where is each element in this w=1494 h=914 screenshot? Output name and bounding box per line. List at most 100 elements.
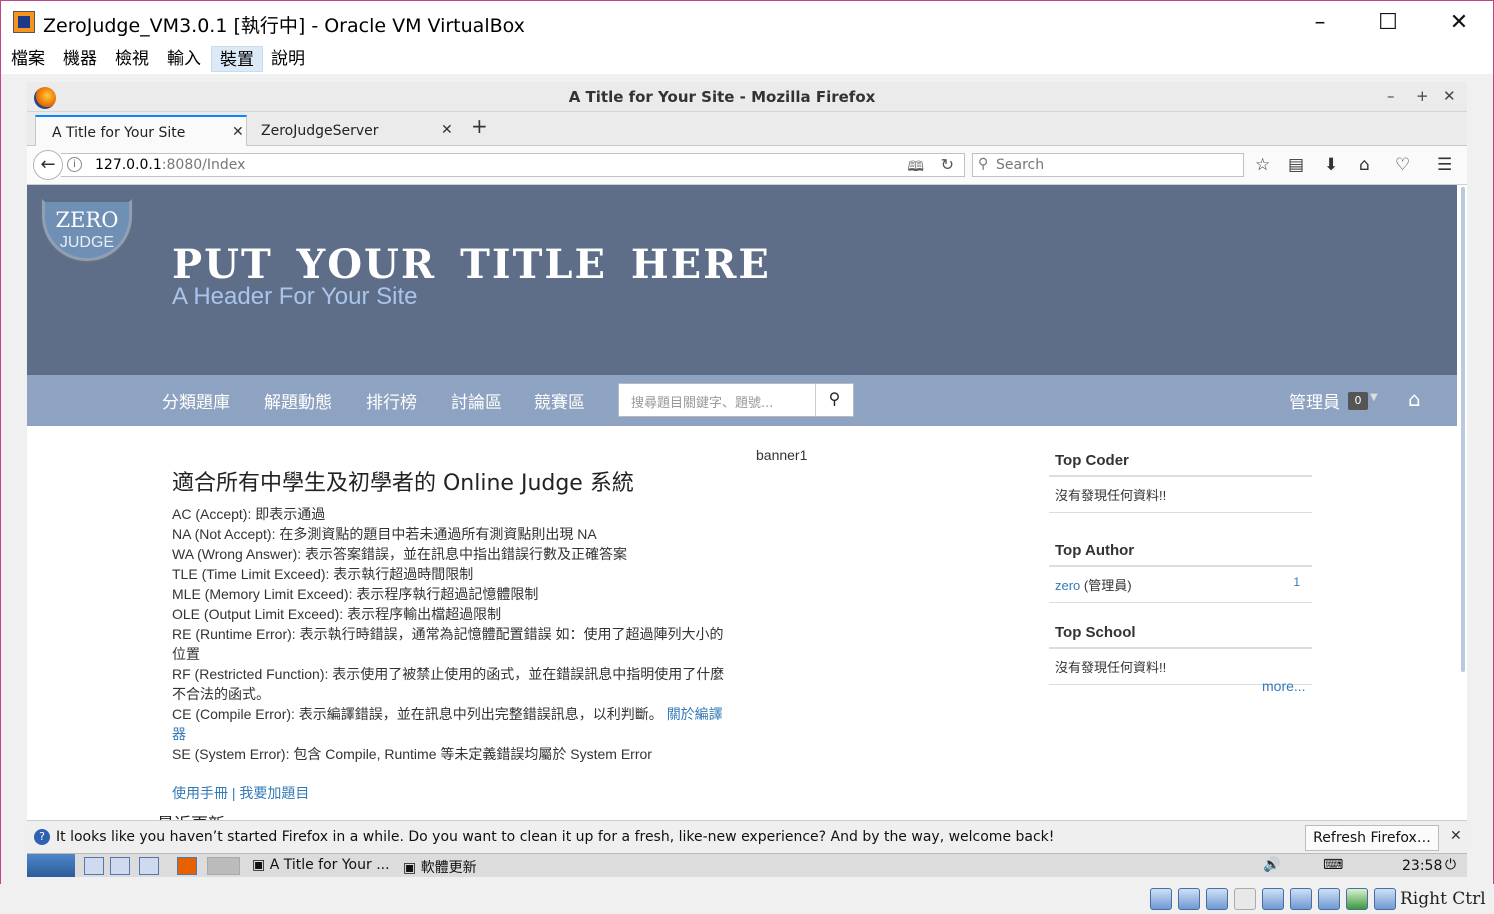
banner-subtitle: A Header For Your Site bbox=[172, 283, 418, 310]
cpu-icon[interactable] bbox=[1318, 888, 1340, 910]
menu-machine[interactable]: 機器 bbox=[55, 46, 105, 72]
recent-heading: 最近更新 bbox=[157, 810, 225, 820]
tab-close-icon[interactable]: ✕ bbox=[232, 124, 244, 140]
reader-view-icon[interactable]: 🕮 bbox=[907, 156, 924, 180]
hdd-status-icon[interactable] bbox=[1150, 888, 1172, 910]
page-heading: 適合所有中學生及初學者的 Online Judge 系統 bbox=[172, 471, 634, 496]
site-search-button[interactable]: ⚲ bbox=[815, 384, 853, 416]
menu-file[interactable]: 檔案 bbox=[3, 46, 53, 72]
minimize-button[interactable]: – bbox=[1300, 9, 1340, 37]
ff-minimize-button[interactable]: – bbox=[1387, 87, 1395, 105]
question-icon: ? bbox=[34, 829, 50, 845]
help-links: 使用手冊 | 我要加題目 bbox=[172, 785, 310, 801]
banner-placeholder: banner1 bbox=[756, 447, 808, 463]
nav-ranking[interactable]: 排行榜 bbox=[366, 388, 417, 413]
workspace-switcher[interactable] bbox=[207, 857, 240, 875]
mouse-integration-icon[interactable] bbox=[1374, 888, 1396, 910]
keyboard-icon[interactable]: ⌨ bbox=[1323, 857, 1343, 873]
host-key-label: Right Ctrl bbox=[1400, 889, 1486, 909]
file-manager-icon[interactable] bbox=[84, 857, 104, 875]
tab-close-icon[interactable]: ✕ bbox=[441, 122, 453, 138]
display-icon[interactable] bbox=[1262, 888, 1284, 910]
site-search-placeholder: 搜尋題目關鍵字、題號... bbox=[631, 396, 774, 411]
search-placeholder: Search bbox=[996, 157, 1045, 173]
site-banner: PUT YOUR TITLE HERE A Header For Your Si… bbox=[27, 185, 1457, 375]
power-icon[interactable]: ⏻ bbox=[1445, 857, 1456, 873]
optical-drive-icon[interactable] bbox=[1178, 888, 1200, 910]
tab-label: ZeroJudgeServer bbox=[261, 123, 379, 139]
bookmark-star-icon[interactable]: ☆ bbox=[1255, 155, 1270, 175]
maximize-button[interactable]: ☐ bbox=[1368, 9, 1408, 37]
search-box[interactable]: ⚲ Search bbox=[972, 153, 1244, 177]
firefox-titlebar: A Title for Your Site - Mozilla Firefox … bbox=[27, 82, 1467, 112]
menu-help[interactable]: 說明 bbox=[263, 46, 313, 72]
tab-strip: A Title for Your Site ✕ ZeroJudgeServer … bbox=[27, 112, 1467, 146]
chevron-down-icon[interactable]: ▼ bbox=[1370, 392, 1378, 403]
vbox-menubar: 檔案 機器 檢視 輸入 裝置 說明 bbox=[0, 44, 1494, 74]
shared-folder-icon[interactable] bbox=[1234, 888, 1256, 910]
page-scrollbar[interactable] bbox=[1461, 187, 1465, 672]
volume-icon[interactable]: 🔊 bbox=[1263, 857, 1280, 873]
frame-left bbox=[0, 44, 1, 914]
url-text: 127.0.0.1:8080/Index bbox=[95, 157, 246, 173]
top-author-heading: Top Author bbox=[1049, 537, 1312, 567]
notification-close-icon[interactable]: ✕ bbox=[1450, 828, 1462, 844]
nav-submissions[interactable]: 解題動態 bbox=[264, 388, 332, 413]
verdict-line: AC (Accept): 即表示通過 bbox=[172, 506, 326, 522]
zerojudge-logo[interactable]: ZERO JUDGE bbox=[42, 199, 132, 261]
verdict-line: CE (Compile Error): 表示編譯錯誤，並在訊息中列出完整錯誤訊息… bbox=[172, 706, 723, 742]
verdict-line: OLE (Output Limit Exceed): 表示程序輸出檔超過限制 bbox=[172, 606, 502, 622]
reload-icon[interactable]: ↻ bbox=[941, 155, 954, 174]
network-status-icon[interactable] bbox=[1290, 888, 1312, 910]
web-page: PUT YOUR TITLE HERE A Header For Your Si… bbox=[27, 185, 1457, 820]
author-count: 1 bbox=[1293, 575, 1300, 589]
more-link[interactable]: more... bbox=[1262, 678, 1306, 694]
window-icon[interactable] bbox=[139, 857, 159, 875]
network-icon[interactable] bbox=[110, 857, 130, 875]
window-title: ZeroJudge_VM3.0.1 [執行中] - Oracle VM Virt… bbox=[43, 15, 525, 37]
ff-maximize-button[interactable]: + bbox=[1416, 87, 1429, 105]
verdict-line: RE (Runtime Error): 表示執行時錯誤，通常為記憶體配置錯誤 如… bbox=[172, 626, 724, 662]
nav-forum[interactable]: 討論區 bbox=[451, 388, 502, 413]
firefox-launcher-icon[interactable] bbox=[177, 857, 197, 875]
close-button[interactable]: ✕ bbox=[1439, 9, 1479, 37]
new-tab-button[interactable]: + bbox=[471, 114, 488, 138]
user-menu[interactable]: 管理員 bbox=[1289, 388, 1340, 413]
vbox-titlebar: ZeroJudge_VM3.0.1 [執行中] - Oracle VM Virt… bbox=[0, 0, 1494, 44]
home-icon[interactable]: ⌂ bbox=[1408, 387, 1421, 411]
taskbar-update-item[interactable]: ▣ 軟體更新 bbox=[403, 857, 477, 877]
back-button[interactable]: ← bbox=[33, 150, 63, 180]
site-search[interactable]: 搜尋題目關鍵字、題號... ⚲ bbox=[618, 383, 854, 417]
menu-view[interactable]: 檢視 bbox=[107, 46, 157, 72]
verdict-line: RF (Restricted Function): 表示使用了被禁止使用的函式，… bbox=[172, 666, 725, 702]
ff-close-button[interactable]: ✕ bbox=[1443, 87, 1456, 105]
verdict-list: AC (Accept): 即表示通過 NA (Not Accept): 在多測資… bbox=[172, 504, 732, 764]
pocket-icon[interactable]: ♡ bbox=[1395, 155, 1410, 175]
nav-problem-categories[interactable]: 分類題庫 bbox=[162, 388, 230, 413]
verdict-line: SE (System Error): 包含 Compile, Runtime 等… bbox=[172, 746, 652, 762]
bookmarks-menu-icon[interactable]: ▤ bbox=[1288, 155, 1304, 175]
menu-input[interactable]: 輸入 bbox=[159, 46, 209, 72]
url-bar[interactable]: i 127.0.0.1:8080/Index 🕮 ↻ bbox=[61, 153, 965, 177]
top-coder-heading: Top Coder bbox=[1049, 447, 1312, 477]
guest-taskbar: ▣ A Title for Your ... ▣ 軟體更新 🔊 ⌨ 23:58 … bbox=[27, 853, 1467, 877]
refresh-firefox-button[interactable]: Refresh Firefox… bbox=[1305, 825, 1439, 851]
add-problem-link[interactable]: 我要加題目 bbox=[239, 785, 309, 801]
nav-contests[interactable]: 競賽區 bbox=[534, 388, 585, 413]
menu-devices[interactable]: 裝置 bbox=[211, 46, 263, 72]
author-link[interactable]: zero bbox=[1055, 578, 1080, 593]
info-icon[interactable]: i bbox=[67, 157, 82, 172]
start-button[interactable] bbox=[27, 854, 75, 877]
manual-link[interactable]: 使用手冊 bbox=[172, 785, 228, 801]
tab-site[interactable]: A Title for Your Site ✕ bbox=[35, 115, 247, 146]
taskbar-firefox-item[interactable]: ▣ A Title for Your ... bbox=[252, 857, 390, 873]
guest-screen: A Title for Your Site - Mozilla Firefox … bbox=[27, 82, 1467, 877]
recording-icon[interactable] bbox=[1346, 888, 1368, 910]
menu-hamburger-icon[interactable]: ☰ bbox=[1437, 155, 1452, 175]
tab-zerojudgeserver[interactable]: ZeroJudgeServer ✕ bbox=[245, 115, 457, 146]
usb-icon[interactable] bbox=[1206, 888, 1228, 910]
verdict-line: MLE (Memory Limit Exceed): 表示程序執行超過記憶體限制 bbox=[172, 586, 539, 602]
sidebar: Top Coder 沒有發現任何資料!! Top Author zero (管理… bbox=[1049, 447, 1312, 685]
downloads-icon[interactable]: ⬇ bbox=[1324, 155, 1338, 175]
home-icon[interactable]: ⌂ bbox=[1359, 155, 1370, 175]
